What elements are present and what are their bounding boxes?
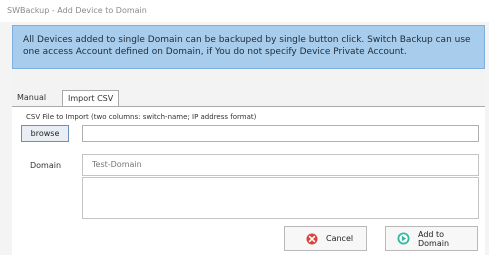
browse-button[interactable]: browse [21,125,69,142]
import-csv-panel: CSV File to Import (two columns: switch-… [12,106,485,256]
info-banner: All Devices added to single Domain can b… [12,25,485,69]
add-device-window: SWBackup - Add Device to Domain All Devi… [0,0,489,256]
csv-file-path-input[interactable] [82,125,479,142]
add-icon [397,232,410,245]
add-label: Add to Domain [418,229,450,248]
tab-import-csv[interactable]: Import CSV [62,90,120,106]
description-textarea[interactable] [82,177,479,219]
cancel-icon [306,233,318,245]
window-title: SWBackup - Add Device to Domain [0,0,489,22]
cancel-label: Cancel [326,234,354,243]
tab-strip: Manual Import CSV [12,90,485,106]
domain-field[interactable]: Test-Domain [82,154,479,176]
csv-file-label: CSV File to Import (two columns: switch-… [26,113,257,121]
tab-manual[interactable]: Manual [12,90,51,106]
add-to-domain-button[interactable]: Add to Domain [385,226,478,251]
content-panel: Manual Import CSV CSV File to Import (tw… [12,70,485,256]
domain-label: Domain [30,161,62,170]
cancel-button[interactable]: Cancel [284,226,367,251]
